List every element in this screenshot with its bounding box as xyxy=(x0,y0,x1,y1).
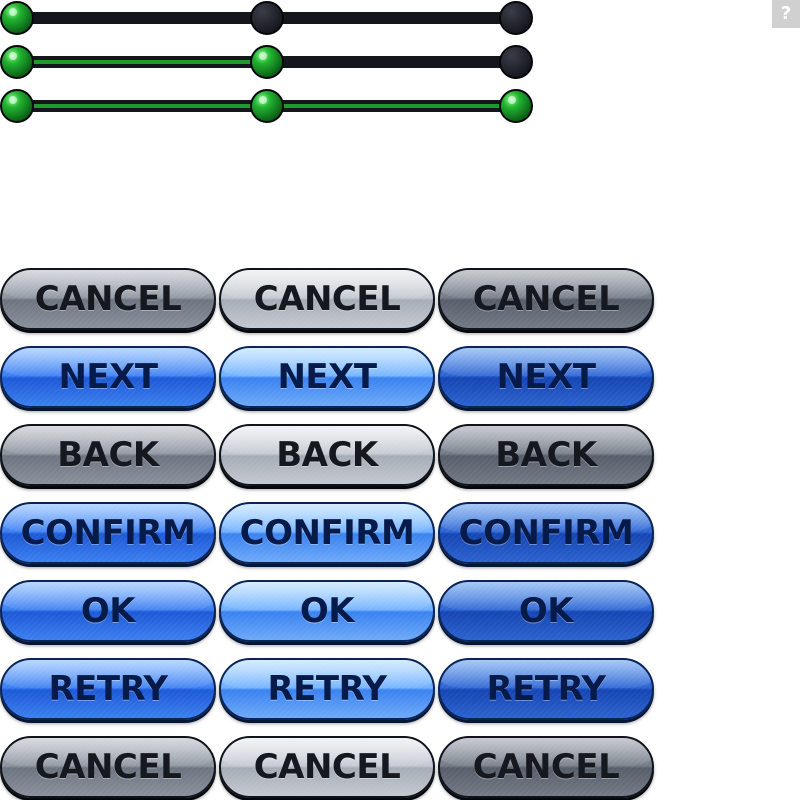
step-node-complete xyxy=(250,45,284,79)
back-button-row: BACK BACK BACK xyxy=(0,424,660,490)
progress-segment xyxy=(267,56,516,68)
next-button-label: NEXT xyxy=(277,357,377,397)
cancel-button-hover[interactable]: CANCEL xyxy=(219,736,435,798)
cancel-button-pressed[interactable]: CANCEL xyxy=(438,736,654,798)
confirm-button-hover[interactable]: CONFIRM xyxy=(219,502,435,564)
step-node-highlight xyxy=(9,8,17,16)
back-button-hover[interactable]: BACK xyxy=(219,424,435,486)
retry-button-normal[interactable]: RETRY xyxy=(0,658,216,720)
next-button-label: NEXT xyxy=(58,357,158,397)
next-button-row: NEXT NEXT NEXT xyxy=(0,346,660,412)
confirm-button-label: CONFIRM xyxy=(239,513,415,553)
cancel-button-normal[interactable]: CANCEL xyxy=(0,736,216,798)
back-button-label: BACK xyxy=(495,435,597,475)
back-button-normal[interactable]: BACK xyxy=(0,424,216,486)
ok-button-row: OK OK OK xyxy=(0,580,660,646)
confirm-button-pressed[interactable]: CONFIRM xyxy=(438,502,654,564)
progress-track-1 xyxy=(0,0,540,38)
step-node-pending xyxy=(499,1,533,35)
ok-button-normal[interactable]: OK xyxy=(0,580,216,642)
confirm-button-label: CONFIRM xyxy=(458,513,634,553)
back-button-label: BACK xyxy=(57,435,159,475)
button-sheet: CANCEL CANCEL CANCEL NEXT NEXT NEXT BACK… xyxy=(0,268,660,800)
retry-button-label: RETRY xyxy=(486,669,606,709)
help-icon[interactable]: ? xyxy=(772,0,800,28)
retry-button-label: RETRY xyxy=(48,669,168,709)
cancel-button-label: CANCEL xyxy=(472,279,620,319)
cancel-button-normal[interactable]: CANCEL xyxy=(0,268,216,330)
step-node-complete xyxy=(0,45,34,79)
progress-track-3 xyxy=(0,86,540,126)
progress-track-svg xyxy=(0,89,533,123)
step-node-complete xyxy=(0,1,34,35)
ok-button-label: OK xyxy=(299,591,355,631)
step-node-pending xyxy=(250,1,284,35)
step-node-highlight xyxy=(508,96,516,104)
progress-segment xyxy=(17,12,267,24)
cancel-button-pressed[interactable]: CANCEL xyxy=(438,268,654,330)
ok-button-hover[interactable]: OK xyxy=(219,580,435,642)
retry-button-row: RETRY RETRY RETRY xyxy=(0,658,660,724)
ok-button-label: OK xyxy=(80,591,136,631)
cancel-button-label: CANCEL xyxy=(253,279,401,319)
step-node-highlight xyxy=(9,96,17,104)
cancel-button-row: CANCEL CANCEL CANCEL xyxy=(0,268,660,334)
next-button-label: NEXT xyxy=(496,357,596,397)
back-button-label: BACK xyxy=(276,435,378,475)
confirm-button-label: CONFIRM xyxy=(20,513,196,553)
back-button-pressed[interactable]: BACK xyxy=(438,424,654,486)
step-node-complete xyxy=(0,89,34,123)
next-button-pressed[interactable]: NEXT xyxy=(438,346,654,408)
step-node-highlight xyxy=(259,52,267,60)
confirm-button-row: CONFIRM CONFIRM CONFIRM xyxy=(0,502,660,568)
cancel-button-hover[interactable]: CANCEL xyxy=(219,268,435,330)
progress-track-2 xyxy=(0,42,540,82)
progress-track-svg xyxy=(0,1,533,35)
step-node-complete xyxy=(250,89,284,123)
step-node-complete xyxy=(499,89,533,123)
retry-button-hover[interactable]: RETRY xyxy=(219,658,435,720)
confirm-button-normal[interactable]: CONFIRM xyxy=(0,502,216,564)
step-node-pending xyxy=(499,45,533,79)
retry-button-pressed[interactable]: RETRY xyxy=(438,658,654,720)
cancel-button-label: CANCEL xyxy=(253,747,401,787)
step-node-highlight xyxy=(9,52,17,60)
cancel-button-row-2: CANCEL CANCEL CANCEL xyxy=(0,736,660,800)
retry-button-label: RETRY xyxy=(267,669,387,709)
step-node-highlight xyxy=(259,96,267,104)
cancel-button-label: CANCEL xyxy=(34,279,182,319)
progress-segment-fill xyxy=(267,104,516,108)
next-button-hover[interactable]: NEXT xyxy=(219,346,435,408)
progress-segment-fill xyxy=(17,60,267,64)
cancel-button-label: CANCEL xyxy=(34,747,182,787)
progress-segment xyxy=(267,12,516,24)
cancel-button-label: CANCEL xyxy=(472,747,620,787)
ok-button-label: OK xyxy=(518,591,574,631)
progress-track-svg xyxy=(0,45,533,79)
next-button-normal[interactable]: NEXT xyxy=(0,346,216,408)
ok-button-pressed[interactable]: OK xyxy=(438,580,654,642)
progress-segment-fill xyxy=(17,104,267,108)
